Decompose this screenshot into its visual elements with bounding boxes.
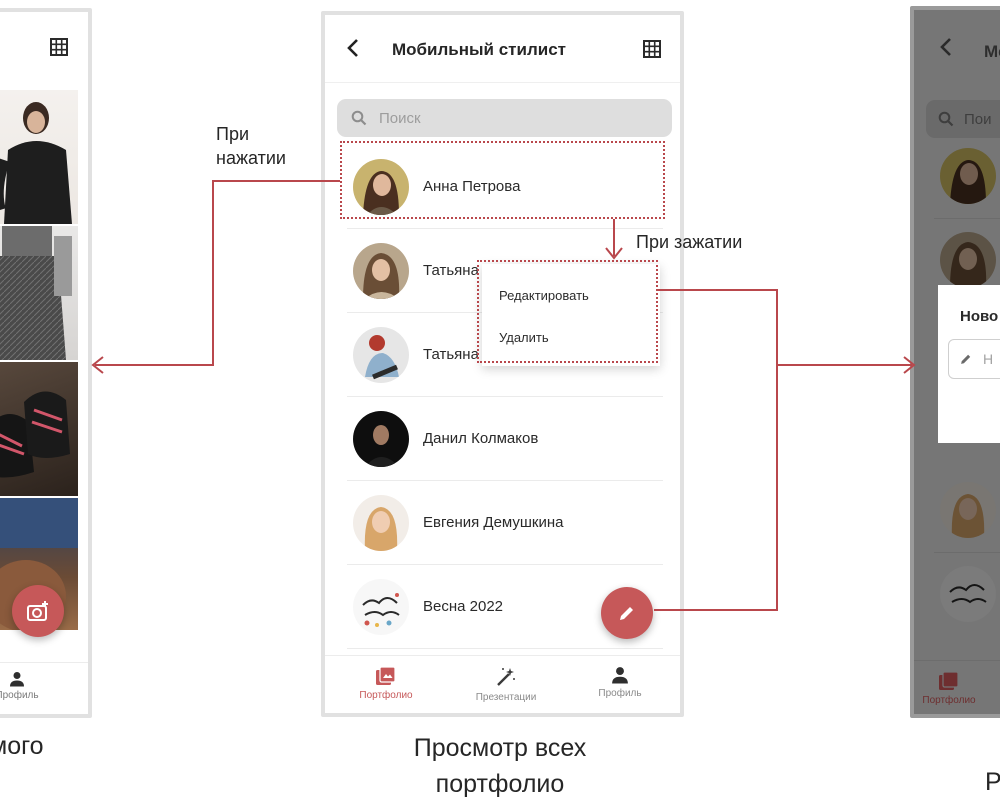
nav-portfolio-label: Портфолио (359, 690, 413, 701)
avatar (940, 566, 996, 622)
chevron-left-icon (347, 39, 358, 57)
avatar (353, 494, 409, 551)
bottom-navigation: Профиль (0, 662, 88, 714)
avatar (353, 326, 409, 383)
edit-fab-button[interactable] (601, 587, 653, 639)
portfolio-photo[interactable] (0, 362, 78, 496)
caption-portfolio-list: Просмотр всех портфолио (413, 734, 587, 799)
grid-icon[interactable] (50, 38, 68, 61)
portfolio-photo-grid (0, 90, 78, 630)
search-icon (938, 111, 954, 127)
phone-screen-left: Профиль (0, 8, 92, 718)
arrowhead-left-icon (91, 356, 104, 374)
highlight-press-target (340, 141, 665, 219)
photo-library-icon (376, 666, 396, 685)
bottom-navigation: Портфолио Презентации Профиль (325, 655, 680, 713)
person-icon (10, 672, 24, 687)
list-item[interactable]: Данил Колмаков (347, 397, 663, 481)
divider (934, 552, 1000, 553)
nav-item-portfolio[interactable]: Портфолио (331, 666, 441, 701)
add-photo-button[interactable] (12, 585, 64, 637)
camera-add-icon (27, 601, 48, 621)
avatar (353, 578, 409, 635)
list-item-name: Татьяна (423, 346, 479, 363)
back-button[interactable] (345, 37, 361, 64)
search-placeholder: Пои (964, 110, 992, 128)
phone-screen-portfolio-list: Мобильный стилист Поиск Анна Петрова Тат… (321, 11, 684, 717)
dialog-input-placeholder: Н (983, 351, 994, 367)
pencil-icon (961, 354, 971, 364)
bottom-navigation: Портфолио (914, 660, 1000, 714)
nav-portfolio-label: Портфолио (922, 695, 976, 706)
search-icon (351, 110, 367, 126)
search-placeholder: Поиск (379, 109, 421, 127)
annotation-on-press: При нажатии (216, 124, 286, 169)
dialog-title: Ново (960, 308, 999, 325)
annotation-on-hold: При зажатии (636, 232, 743, 252)
caption-left: мого (0, 732, 44, 760)
caption-right: Р (985, 768, 1000, 796)
magic-wand-icon (497, 668, 515, 686)
highlight-context-menu (477, 260, 658, 363)
portfolio-photo[interactable] (0, 226, 78, 360)
list-item[interactable]: Евгения Демушкина (347, 481, 663, 565)
nav-item-presentations[interactable]: Презентации (451, 666, 561, 703)
nav-item-portfolio[interactable]: Портфолио (914, 671, 984, 706)
page-title: Мобильный стилист (392, 40, 566, 59)
person-icon (612, 667, 628, 684)
back-button[interactable] (938, 36, 954, 63)
new-item-dialog: Ново Н (938, 285, 1000, 443)
nav-presentations-label: Презентации (475, 692, 537, 703)
connector-press-to-left (95, 180, 340, 366)
avatar (353, 410, 409, 467)
nav-item-profile[interactable]: Профиль (565, 666, 675, 699)
search-input[interactable]: Поиск (337, 99, 672, 137)
portfolio-photo[interactable] (0, 90, 78, 224)
photo-library-icon (939, 671, 959, 690)
grid-view-button[interactable] (643, 40, 661, 63)
nav-profile-label: Профиль (0, 690, 39, 701)
phone-screen-right-dialog: Ме Пои Ново Н Портфолио (910, 6, 1000, 718)
pencil-icon (620, 607, 633, 620)
app-header: Мобильный стилист (325, 15, 680, 83)
page-title: Ме (984, 42, 1000, 61)
nav-item-profile[interactable]: Профиль (0, 671, 52, 701)
avatar (940, 232, 996, 288)
avatar (940, 148, 996, 204)
search-input[interactable]: Пои (926, 100, 1000, 138)
list-item-name: Евгения Демушкина (423, 514, 564, 531)
list-item-name: Весна 2022 (423, 598, 504, 615)
nav-profile-label: Профиль (598, 688, 642, 699)
avatar (940, 482, 996, 538)
grid-icon (643, 40, 661, 58)
chevron-left-icon (940, 38, 951, 56)
dialog-name-input[interactable]: Н (948, 339, 1000, 379)
divider (934, 218, 1000, 219)
list-item-name: Данил Колмаков (423, 430, 539, 447)
avatar (353, 242, 409, 299)
